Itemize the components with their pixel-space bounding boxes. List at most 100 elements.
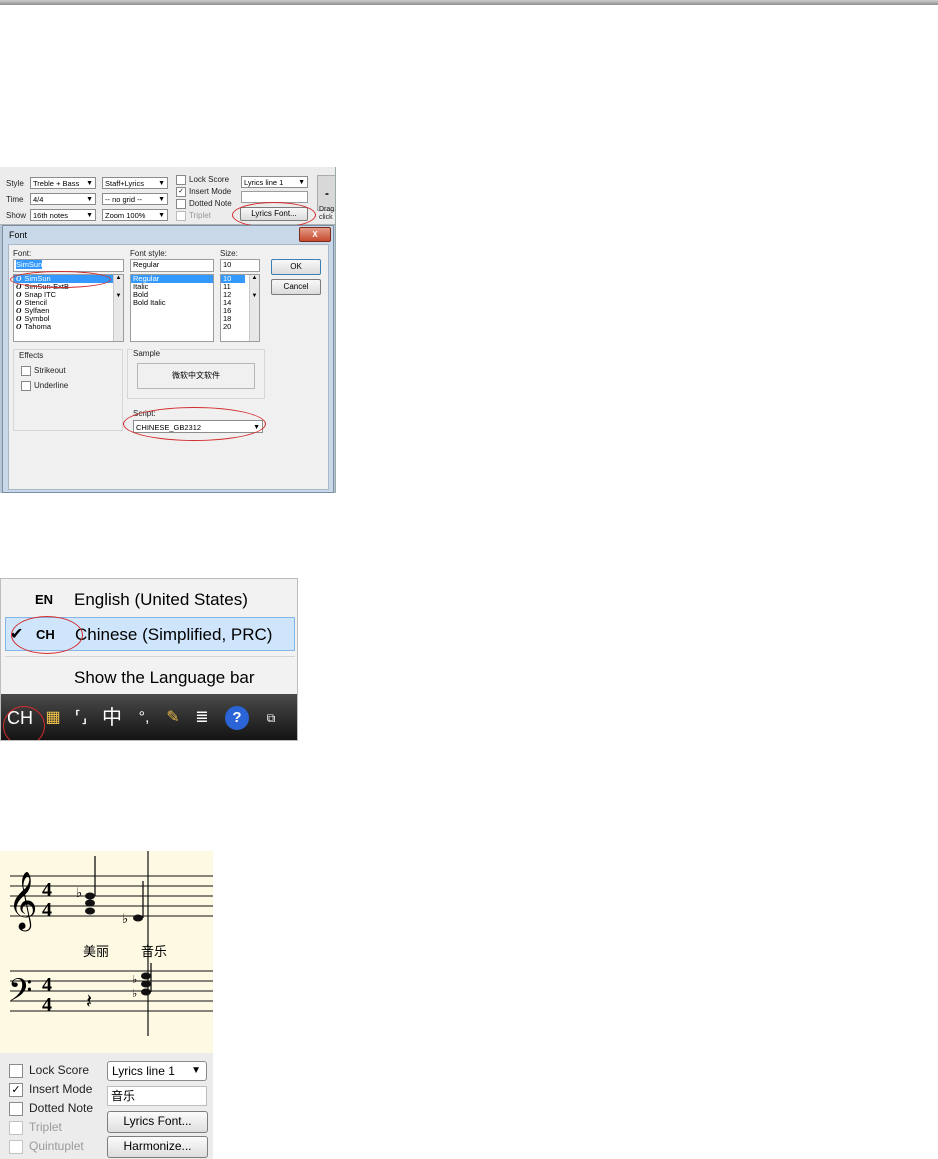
note-head bbox=[85, 892, 95, 900]
ok-button[interactable]: OK bbox=[271, 259, 321, 275]
treble-clef-icon: 𝄞 bbox=[8, 871, 38, 932]
dropdown-arrow-icon: ▼ bbox=[158, 180, 165, 187]
font-style-item[interactable]: Bold Italic bbox=[131, 299, 213, 307]
note-head bbox=[85, 907, 95, 915]
time-sig-bottom: 4 bbox=[42, 899, 52, 921]
zoom-combo[interactable]: Zoom 100% ▼ bbox=[102, 209, 168, 221]
click-text: click bbox=[319, 214, 333, 221]
strikeout-checkbox[interactable] bbox=[21, 366, 31, 376]
font-list-item[interactable]: O Tahoma bbox=[14, 323, 123, 331]
lyrics-line-combo[interactable]: Lyrics line 1 ▼ bbox=[107, 1061, 207, 1081]
lock-score-checkbox[interactable] bbox=[9, 1064, 23, 1078]
underline-checkbox[interactable] bbox=[21, 381, 31, 391]
highlight-ellipse bbox=[10, 271, 111, 288]
font-label: Font: bbox=[13, 249, 32, 258]
insert-mode-label: Insert Mode bbox=[29, 1082, 93, 1096]
staff-combo[interactable]: Staff+Lyrics ▼ bbox=[102, 177, 168, 189]
language-code: EN bbox=[35, 592, 54, 607]
time-combo[interactable]: 4/4 ▼ bbox=[30, 193, 96, 205]
font-name-value: SimSun bbox=[16, 260, 43, 269]
effects-label: Effects bbox=[19, 351, 44, 360]
lyrics-line-combo[interactable]: Lyrics line 1 ▼ bbox=[241, 176, 308, 188]
highlight-ellipse bbox=[123, 407, 266, 441]
font-list-item-label: Tahoma bbox=[24, 322, 52, 331]
font-style-list[interactable]: Regular Italic Bold Bold Italic bbox=[130, 274, 214, 342]
grid-combo-value: -- no grid -- bbox=[105, 195, 143, 204]
bass-clef-icon: 𝄢 bbox=[8, 972, 32, 1016]
lyric-word-1[interactable]: 美丽 bbox=[83, 941, 109, 960]
font-style-label: Font style: bbox=[130, 249, 167, 258]
style-combo[interactable]: Treble + Bass ▼ bbox=[30, 177, 96, 189]
show-combo[interactable]: 16th notes ▼ bbox=[30, 209, 96, 221]
lyrics-text-field[interactable]: 音乐 bbox=[107, 1086, 207, 1106]
font-style-input[interactable]: Regular bbox=[130, 259, 214, 272]
quintuplet-label: Quintuplet bbox=[29, 1139, 84, 1153]
size-label: Size: bbox=[220, 249, 238, 258]
note-head bbox=[133, 914, 143, 922]
highlight-ellipse bbox=[3, 706, 45, 740]
triplet-checkbox[interactable] bbox=[9, 1121, 23, 1135]
quintuplet-checkbox[interactable] bbox=[9, 1140, 23, 1154]
help-button[interactable]: ? bbox=[225, 706, 249, 730]
ime-icon[interactable]: ▦ bbox=[40, 702, 66, 734]
score-area: 𝄞 4 4 ♭ ♭ 𝄢 4 4 𝄽 ♭ ♭ 美丽 音乐 bbox=[0, 851, 213, 1053]
flat-icon: ♭ bbox=[122, 912, 128, 927]
score-toolbar: Style Treble + Bass ▼ Time 4/4 ▼ Show 16th… bbox=[0, 167, 335, 228]
staff-combo-value: Staff+Lyrics bbox=[105, 179, 144, 188]
triplet-checkbox[interactable] bbox=[176, 211, 186, 221]
chinese-mode-button[interactable]: 中 bbox=[99, 702, 125, 734]
options-icon[interactable]: ⧉ bbox=[259, 702, 283, 734]
strikeout-label: Strikeout bbox=[34, 366, 66, 375]
style-combo-value: Treble + Bass bbox=[33, 179, 80, 188]
lyric-word-2[interactable]: 音乐 bbox=[141, 941, 167, 960]
size-list[interactable]: 10 11 12 14 16 18 20 ▲ ▼ bbox=[220, 274, 260, 342]
dropdown-arrow-icon: ▼ bbox=[158, 212, 165, 219]
harmonize-button[interactable]: Harmonize... bbox=[107, 1136, 208, 1158]
size-list-scrollbar[interactable]: ▲ ▼ bbox=[249, 275, 259, 341]
time-combo-value: 4/4 bbox=[33, 195, 44, 204]
language-label: English (United States) bbox=[74, 590, 248, 609]
cancel-button[interactable]: Cancel bbox=[271, 279, 321, 295]
dotted-note-checkbox[interactable] bbox=[176, 199, 186, 209]
score-options-panel: Lock Score ✓ Insert Mode Dotted Note Tri… bbox=[0, 1053, 213, 1159]
flat-icon: ♭ bbox=[76, 886, 82, 901]
time-sig-top: 4 bbox=[42, 974, 52, 996]
dropdown-arrow-icon: ▼ bbox=[191, 1065, 201, 1076]
dialog-title: Font bbox=[9, 230, 28, 240]
dotted-note-label: Dotted Note bbox=[29, 1101, 94, 1115]
dropdown-arrow-icon: ▼ bbox=[86, 196, 93, 203]
dropdown-arrow-icon: ▼ bbox=[298, 179, 305, 186]
zoom-combo-value: Zoom 100% bbox=[105, 211, 146, 220]
dropdown-arrow-icon: ▼ bbox=[86, 212, 93, 219]
dotted-note-checkbox[interactable] bbox=[9, 1102, 23, 1116]
soft-keyboard-icon[interactable]: ✎ bbox=[160, 702, 186, 734]
insert-mode-label: Insert Mode bbox=[189, 187, 232, 196]
flat-icon: ♭ bbox=[132, 987, 137, 1000]
sample-label: Sample bbox=[133, 349, 161, 358]
font-dialog: Font X Font: SimSun O SimSun O SimSun-ExtB… bbox=[2, 225, 334, 493]
lyrics-line-value: Lyrics line 1 bbox=[112, 1064, 175, 1078]
insert-mode-checkbox[interactable]: ✓ bbox=[176, 187, 186, 197]
font-list-scrollbar[interactable]: ▲ ▼ bbox=[113, 275, 123, 341]
lock-score-label: Lock Score bbox=[189, 175, 230, 184]
input-mode-icon[interactable]: ⸢⸥ bbox=[68, 702, 94, 734]
size-input[interactable]: 10 bbox=[220, 259, 260, 272]
menu-item-english[interactable]: EN English (United States) bbox=[5, 583, 295, 617]
lyrics-font-button[interactable]: Lyrics Font... bbox=[107, 1111, 208, 1133]
lock-score-checkbox[interactable] bbox=[176, 175, 186, 185]
language-menu-screenshot: EN English (United States) ✔ CH Chinese … bbox=[0, 578, 298, 741]
notes-icon[interactable]: ≣ bbox=[189, 702, 215, 734]
note-head bbox=[141, 988, 151, 996]
show-combo-value: 16th notes bbox=[33, 211, 69, 220]
score-screenshot: 𝄞 4 4 ♭ ♭ 𝄢 4 4 𝄽 ♭ ♭ 美丽 音乐 Lock Score ✓… bbox=[0, 851, 213, 1159]
drag-text: Drag bbox=[319, 206, 335, 213]
insert-mode-checkbox[interactable]: ✓ bbox=[9, 1083, 23, 1097]
language-label: Chinese (Simplified, PRC) bbox=[75, 625, 273, 644]
menu-item-show-language-bar[interactable]: Show the Language bar bbox=[5, 661, 295, 695]
punctuation-button[interactable]: °, bbox=[131, 702, 157, 734]
underline-label: Underline bbox=[34, 381, 69, 390]
close-button[interactable]: X bbox=[299, 227, 331, 242]
time-sig-top: 4 bbox=[42, 879, 52, 901]
grid-combo[interactable]: -- no grid -- ▼ bbox=[102, 193, 168, 205]
font-name-input[interactable]: SimSun bbox=[13, 259, 124, 272]
